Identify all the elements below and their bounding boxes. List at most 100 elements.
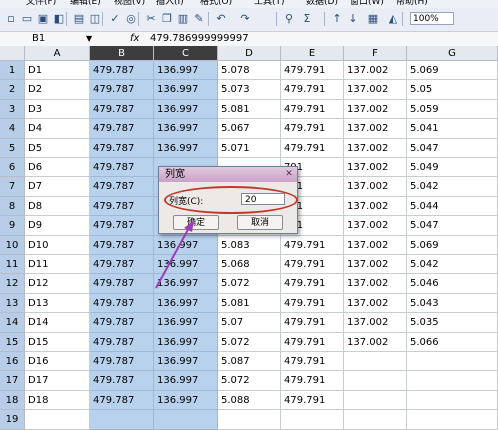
table-cell[interactable]: 479.791 (281, 352, 344, 372)
new-icon[interactable]: ▫ (4, 12, 18, 26)
table-cell[interactable] (407, 390, 498, 411)
table-cell[interactable]: D16 (25, 352, 90, 372)
table-cell[interactable]: 137.002 (344, 293, 407, 314)
table-cell[interactable]: 5.072 (218, 332, 281, 352)
row-header[interactable]: 7 (0, 177, 25, 197)
table-cell[interactable]: 5.087 (218, 352, 281, 372)
table-cell[interactable]: 136.997 (154, 313, 218, 333)
table-cell[interactable]: D8 (25, 196, 90, 217)
table-cell[interactable]: 136.997 (154, 99, 218, 120)
table-cell[interactable]: D3 (25, 99, 90, 120)
table-cell[interactable]: 137.002 (344, 99, 407, 120)
table-cell[interactable]: 479.787 (90, 255, 154, 275)
redo-icon[interactable]: ↷ (238, 12, 252, 26)
table-cell[interactable] (218, 410, 281, 430)
table-cell[interactable]: 479.787 (90, 138, 154, 158)
table-cell[interactable]: D7 (25, 177, 90, 197)
row-header[interactable]: 2 (0, 80, 25, 100)
menu-item[interactable]: 数据(D) (306, 0, 338, 8)
table-cell[interactable]: 479.791 (281, 313, 344, 333)
table-cell[interactable]: D13 (25, 293, 90, 314)
table-cell[interactable]: 5.046 (407, 274, 498, 294)
table-cell[interactable]: 479.787 (90, 371, 154, 391)
table-cell[interactable]: 5.041 (407, 119, 498, 139)
column-header[interactable]: B (90, 46, 154, 61)
menu-item[interactable]: 编辑(E) (70, 0, 101, 8)
table-cell[interactable]: 479.787 (90, 390, 154, 411)
table-cell[interactable]: 136.997 (154, 332, 218, 352)
table-cell[interactable]: 136.997 (154, 119, 218, 139)
table-cell[interactable]: 137.002 (344, 274, 407, 294)
table-cell[interactable]: 137.002 (344, 138, 407, 158)
research-icon[interactable]: ◎ (124, 12, 138, 26)
table-cell[interactable]: 479.791 (281, 119, 344, 139)
table-cell[interactable] (407, 410, 498, 430)
table-cell[interactable]: D4 (25, 119, 90, 139)
table-cell[interactable]: D11 (25, 255, 90, 275)
table-cell[interactable]: 137.002 (344, 196, 407, 217)
table-cell[interactable]: 479.791 (281, 80, 344, 100)
table-cell[interactable] (90, 410, 154, 430)
table-cell[interactable]: 479.787 (90, 119, 154, 139)
print-icon[interactable]: ▤ (72, 12, 86, 26)
table-cell[interactable]: 479.791 (281, 371, 344, 391)
close-icon[interactable]: ✕ (283, 169, 295, 180)
table-cell[interactable]: 5.047 (407, 216, 498, 236)
row-header[interactable]: 18 (0, 390, 25, 411)
table-cell[interactable]: 5.059 (407, 99, 498, 120)
table-cell[interactable]: 5.042 (407, 255, 498, 275)
table-cell[interactable] (407, 371, 498, 391)
column-header[interactable]: A (25, 46, 90, 61)
table-cell[interactable]: 136.997 (154, 80, 218, 100)
table-cell[interactable] (344, 352, 407, 372)
table-cell[interactable] (344, 390, 407, 411)
column-header[interactable]: G (407, 46, 498, 61)
table-cell[interactable]: 479.787 (90, 177, 154, 197)
table-cell[interactable]: 5.071 (218, 138, 281, 158)
table-cell[interactable]: 479.791 (281, 99, 344, 120)
sort-ascending-icon[interactable]: ↑ (330, 12, 344, 26)
format-painter-icon[interactable]: ✎ (192, 12, 206, 26)
table-cell[interactable]: 5.083 (218, 235, 281, 255)
table-cell[interactable]: 5.043 (407, 293, 498, 314)
table-cell[interactable]: 5.067 (218, 119, 281, 139)
menu-item[interactable]: 格式(O) (200, 0, 232, 8)
table-cell[interactable]: 479.787 (90, 216, 154, 236)
table-cell[interactable]: 479.791 (281, 61, 344, 81)
table-cell[interactable]: D6 (25, 158, 90, 178)
menu-item[interactable]: 帮助(H) (396, 0, 428, 8)
hyperlink-icon[interactable]: ⚲ (282, 12, 296, 26)
undo-icon[interactable]: ↶ (214, 12, 228, 26)
table-cell[interactable] (344, 410, 407, 430)
select-all-corner[interactable] (0, 46, 25, 61)
name-box-dropdown-icon[interactable]: ▼ (86, 32, 92, 45)
table-cell[interactable]: 136.997 (154, 138, 218, 158)
table-cell[interactable]: 5.069 (407, 61, 498, 81)
table-cell[interactable]: 137.002 (344, 119, 407, 139)
table-cell[interactable]: 479.787 (90, 293, 154, 314)
table-cell[interactable]: 479.791 (281, 293, 344, 314)
row-header[interactable]: 5 (0, 138, 25, 158)
chart-icon[interactable]: ▦ (366, 12, 380, 26)
row-header[interactable]: 15 (0, 332, 25, 352)
table-cell[interactable]: 5.081 (218, 293, 281, 314)
table-cell[interactable]: 5.088 (218, 390, 281, 411)
table-cell[interactable]: 137.002 (344, 61, 407, 81)
autosum-icon[interactable]: Σ (300, 12, 314, 26)
menu-item[interactable]: 窗口(W) (350, 0, 384, 8)
table-cell[interactable]: 479.787 (90, 274, 154, 294)
table-cell[interactable]: D2 (25, 80, 90, 100)
table-cell[interactable]: 137.002 (344, 216, 407, 236)
row-header[interactable]: 1 (0, 61, 25, 81)
table-cell[interactable]: 5.042 (407, 177, 498, 197)
row-header[interactable]: 9 (0, 216, 25, 236)
table-cell[interactable]: 479.791 (281, 332, 344, 352)
table-cell[interactable]: 479.787 (90, 352, 154, 372)
table-cell[interactable]: 5.072 (218, 274, 281, 294)
table-cell[interactable]: 5.049 (407, 158, 498, 178)
table-cell[interactable]: 5.078 (218, 61, 281, 81)
table-cell[interactable]: 136.997 (154, 390, 218, 411)
table-cell[interactable]: 137.002 (344, 235, 407, 255)
table-cell[interactable]: 5.073 (218, 80, 281, 100)
menu-item[interactable]: 工具(T) (254, 0, 285, 8)
